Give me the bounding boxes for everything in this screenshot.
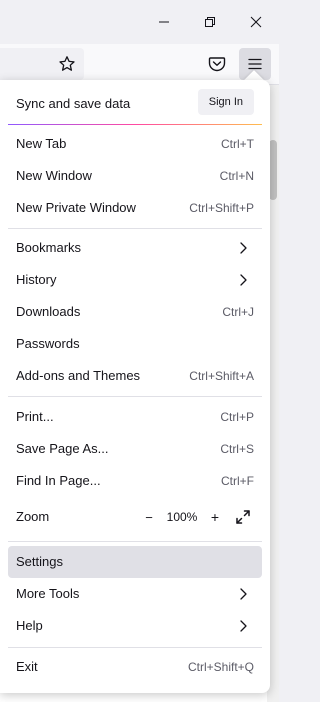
menu-item-new-window[interactable]: New Window Ctrl+N bbox=[8, 160, 262, 192]
menu-item-shortcut: Ctrl+P bbox=[220, 410, 254, 424]
menu-item-label: New Private Window bbox=[16, 200, 136, 215]
menu-item-addons-themes[interactable]: Add-ons and Themes Ctrl+Shift+A bbox=[8, 360, 262, 392]
menu-item-label: More Tools bbox=[16, 586, 80, 601]
menu-item-zoom: Zoom − 100% + bbox=[8, 501, 262, 533]
menu-item-more-tools[interactable]: More Tools bbox=[8, 578, 262, 610]
menu-item-exit[interactable]: Exit Ctrl+Shift+Q bbox=[8, 651, 262, 683]
zoom-reset-value[interactable]: 100% bbox=[160, 510, 204, 524]
zoom-in-icon: + bbox=[210, 509, 220, 525]
menu-separator bbox=[8, 396, 262, 397]
zoom-in-button[interactable]: + bbox=[204, 506, 226, 528]
fullscreen-button[interactable] bbox=[232, 506, 254, 528]
menu-item-label: Help bbox=[16, 618, 43, 633]
chevron-right-icon bbox=[240, 274, 247, 286]
menu-item-label: New Window bbox=[16, 168, 92, 183]
menu-item-label: Downloads bbox=[16, 304, 81, 319]
minimize-icon bbox=[159, 21, 169, 23]
menu-item-history[interactable]: History bbox=[8, 264, 262, 296]
menu-item-shortcut: Ctrl+S bbox=[220, 442, 254, 456]
menu-item-label: Find In Page... bbox=[16, 473, 101, 488]
zoom-out-icon: − bbox=[145, 509, 153, 525]
menu-item-find-in-page[interactable]: Find In Page... Ctrl+F bbox=[8, 465, 262, 497]
menu-item-label: History bbox=[16, 272, 57, 287]
menu-item-label: Add-ons and Themes bbox=[16, 368, 141, 383]
chevron-right-icon bbox=[240, 242, 247, 254]
menu-item-label: Passwords bbox=[16, 336, 80, 351]
menu-item-label: Zoom bbox=[16, 509, 50, 524]
minimize-button[interactable] bbox=[148, 6, 180, 38]
menu-item-shortcut: Ctrl+Shift+P bbox=[189, 201, 254, 215]
menu-item-label: New Tab bbox=[16, 136, 67, 151]
menu-item-new-private-window[interactable]: New Private Window Ctrl+Shift+P bbox=[8, 192, 262, 224]
menu-item-bookmarks[interactable]: Bookmarks bbox=[8, 232, 262, 264]
menu-item-save-page-as[interactable]: Save Page As... Ctrl+S bbox=[8, 433, 262, 465]
menu-item-settings[interactable]: Settings bbox=[8, 546, 262, 578]
zoom-out-button[interactable]: − bbox=[138, 506, 160, 528]
sync-section: Sync and save data Sign In bbox=[8, 80, 262, 124]
menu-item-label: Save Page As... bbox=[16, 441, 109, 456]
menu-item-shortcut: Ctrl+T bbox=[221, 137, 254, 151]
menu-item-shortcut: Ctrl+Shift+A bbox=[189, 369, 254, 383]
app-menu-panel: Sync and save data Sign In New Tab Ctrl+… bbox=[0, 80, 270, 693]
page-scrollbar-thumb[interactable] bbox=[269, 140, 277, 200]
sync-gradient-divider bbox=[8, 124, 262, 125]
hamburger-menu-icon bbox=[248, 58, 262, 70]
menu-item-help[interactable]: Help bbox=[8, 610, 262, 642]
restore-button[interactable] bbox=[194, 6, 226, 38]
menu-item-downloads[interactable]: Downloads Ctrl+J bbox=[8, 296, 262, 328]
menu-item-shortcut: Ctrl+J bbox=[222, 305, 254, 319]
menu-separator bbox=[8, 228, 262, 229]
star-icon[interactable] bbox=[58, 55, 76, 73]
zoom-controls: − 100% + bbox=[138, 505, 254, 529]
menu-item-label: Exit bbox=[16, 659, 38, 674]
menu-item-print[interactable]: Print... Ctrl+P bbox=[8, 401, 262, 433]
fullscreen-icon bbox=[236, 510, 250, 524]
menu-item-shortcut: Ctrl+Shift+Q bbox=[187, 660, 254, 674]
menu-item-label: Bookmarks bbox=[16, 240, 82, 255]
title-bar bbox=[0, 0, 279, 44]
restore-icon bbox=[205, 17, 215, 27]
menu-separator bbox=[8, 647, 262, 648]
chevron-right-icon bbox=[240, 588, 247, 600]
menu-item-new-tab[interactable]: New Tab Ctrl+T bbox=[8, 128, 262, 160]
sync-title: Sync and save data bbox=[16, 96, 131, 111]
menu-item-passwords[interactable]: Passwords bbox=[8, 328, 262, 360]
menu-item-shortcut: Ctrl+F bbox=[221, 474, 254, 488]
menu-item-label: Print... bbox=[16, 409, 54, 424]
sign-in-button[interactable]: Sign In bbox=[197, 89, 254, 115]
menu-item-shortcut: Ctrl+N bbox=[219, 169, 254, 183]
menu-item-label: Settings bbox=[16, 554, 63, 569]
close-icon bbox=[250, 16, 262, 28]
pocket-icon[interactable] bbox=[207, 54, 227, 74]
close-window-button[interactable] bbox=[240, 6, 272, 38]
menu-separator bbox=[8, 541, 262, 542]
nav-toolbar bbox=[0, 44, 279, 85]
chevron-right-icon bbox=[240, 620, 247, 632]
